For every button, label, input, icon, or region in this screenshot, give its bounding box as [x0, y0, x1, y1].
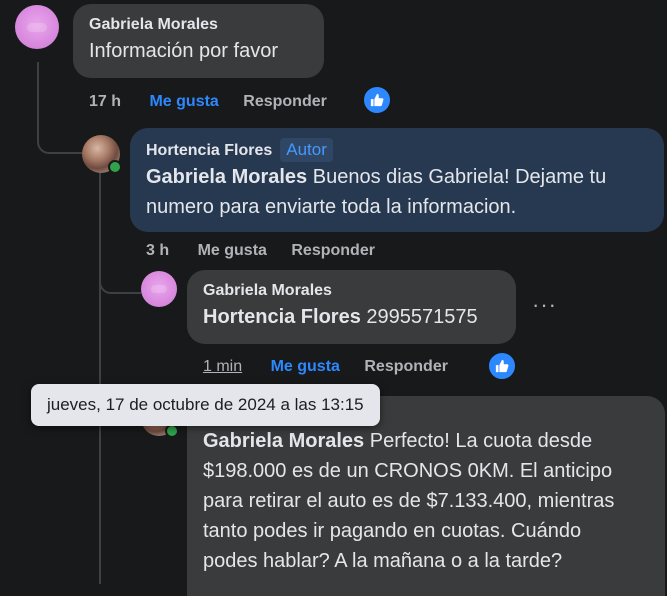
comment-actions: 3 h Me gusta Responder	[146, 241, 395, 261]
comment-text-line: Perfecto! La cuota desde	[364, 430, 593, 452]
comment-text-body: 2995571575	[360, 306, 478, 328]
more-options-button[interactable]: ···	[532, 294, 557, 316]
thumbs-up-icon	[495, 359, 509, 373]
comment-text-line: para retirar el auto es de $7.133.400, m…	[203, 490, 615, 512]
like-button[interactable]: Me gusta	[198, 242, 267, 259]
online-status-dot	[108, 160, 122, 174]
author-badge: Autor	[280, 138, 333, 162]
comment-author[interactable]: Hortencia Flores	[146, 142, 272, 159]
reply-button[interactable]: Responder	[291, 242, 375, 259]
comment-header: Hortencia Flores Autor	[146, 138, 648, 162]
like-button[interactable]: Me gusta	[149, 93, 218, 110]
mention[interactable]: Hortencia Flores	[203, 306, 361, 328]
comment-bubble: Gabriela Morales Información por favor	[73, 4, 324, 78]
comment-text-line: $198.000 es de un CRONOS 0KM. El anticip…	[203, 460, 613, 482]
comment-text-line: numero para enviarte toda la informacion…	[146, 196, 517, 218]
thread-elbow-1	[37, 112, 83, 154]
comment-text: Gabriela Morales Perfecto! La cuota desd…	[203, 426, 649, 456]
comment-text: Información por favor	[89, 40, 278, 62]
timestamp-tooltip: jueves, 17 de octubre de 2024 a las 13:1…	[31, 384, 380, 426]
comment-text-line: tanto podes ir pagando en cuotas. Cuándo	[203, 520, 582, 542]
comment-time[interactable]: 1 min	[203, 358, 242, 375]
reply-button[interactable]: Responder	[243, 93, 327, 110]
comment-time[interactable]: 17 h	[89, 93, 121, 110]
avatar[interactable]	[15, 5, 59, 49]
comment-author[interactable]: Gabriela Morales	[89, 14, 308, 36]
avatar[interactable]	[141, 271, 177, 307]
thread-line-sub	[99, 172, 101, 584]
like-reaction-badge[interactable]	[487, 351, 517, 381]
comment-actions: 17 h Me gusta Responder	[89, 92, 347, 112]
comment-bubble: Gabriela Morales Hortencia Flores 299557…	[187, 270, 516, 344]
like-button[interactable]: Me gusta	[271, 358, 340, 375]
comment-actions: 1 min Me gusta Responder	[203, 357, 468, 377]
comment-bubble: Hortencia Flores Gabriela Morales Perfec…	[187, 396, 665, 596]
like-reaction-badge[interactable]	[362, 85, 392, 115]
thumbs-up-icon	[370, 93, 384, 107]
mention[interactable]: Gabriela Morales	[203, 430, 364, 452]
thread-elbow-2	[99, 262, 141, 294]
mention[interactable]: Gabriela Morales	[146, 166, 307, 188]
reply-button[interactable]: Responder	[364, 358, 448, 375]
comment-text-line: podes hablar? A la mañana o a la tarde?	[203, 550, 563, 572]
comment-bubble: Hortencia Flores Autor Gabriela Morales B…	[130, 128, 664, 232]
comment-text-line: Buenos dias Gabriela! Dejame tu	[307, 166, 607, 188]
comment-time[interactable]: 3 h	[146, 242, 169, 259]
comment-author[interactable]: Gabriela Morales	[203, 280, 500, 302]
comment-text: Gabriela Morales Buenos dias Gabriela! D…	[146, 162, 648, 192]
comment-text: Hortencia Flores 2995571575	[203, 302, 500, 332]
online-status-dot	[165, 424, 179, 438]
